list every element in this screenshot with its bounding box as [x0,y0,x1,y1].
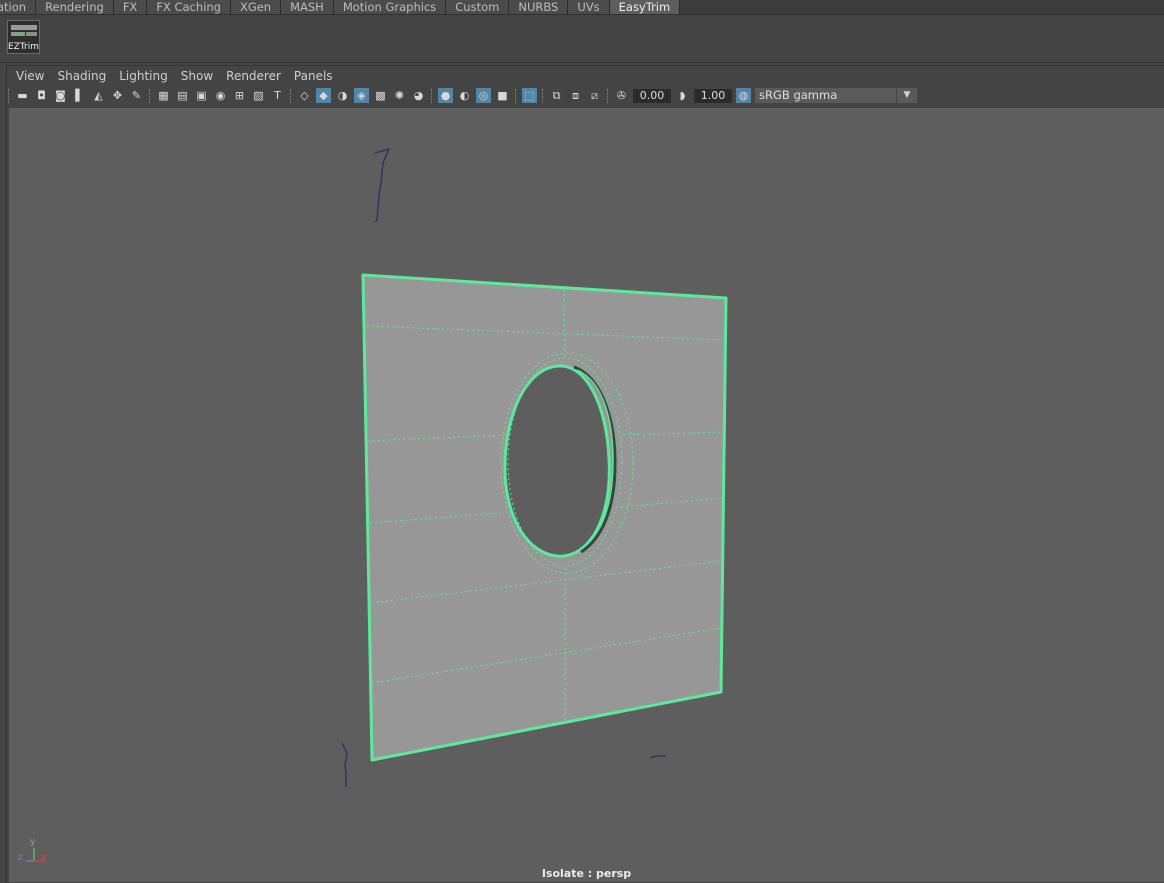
curve-bottom-left[interactable] [341,742,348,787]
menu-panels[interactable]: Panels [289,69,341,83]
3d-viewport[interactable]: y x z Isolate : persp [9,108,1164,882]
shelf-tab-uvs[interactable]: UVs [568,0,610,14]
bookmark-camera-icon[interactable]: ◙ [53,88,68,103]
shelf-tab-xgen[interactable]: XGen [230,0,282,14]
panel-toolbar: ▬ ◘ ◙ ▌ ◭ ✥ ✎ ▦ ▤ ▣ ◉ ⊞ ▨ T ◇ ◆ ◑ ◈ ▩ ✺ … [7,86,1164,105]
curve-bottom-right[interactable] [649,755,666,759]
axis-label-x: x [41,853,47,863]
viewport-scene [26,147,728,862]
image-plane-icon[interactable]: ◭ [91,88,106,103]
smooth-shade-icon[interactable]: ◆ [316,88,331,103]
axis-label-z: z [18,853,23,863]
wireframe-icon[interactable]: ◇ [297,88,312,103]
bookmark-icon[interactable]: ▌ [72,88,87,103]
menu-renderer[interactable]: Renderer [221,69,289,83]
menu-lighting[interactable]: Lighting [114,69,176,83]
xray-joints-icon[interactable]: ⧄ [587,88,602,103]
resolution-gate-icon[interactable]: ▣ [194,88,209,103]
gamma-field[interactable]: 1.00 [694,88,732,103]
shelf-tab-bar: ationRenderingFXFX CachingXGenMASHMotion… [0,0,1164,15]
toolbar-separator [8,88,11,103]
curve-top[interactable] [374,147,391,223]
shelf-tab-nurbs[interactable]: NURBS [509,0,569,14]
lights-icon[interactable]: ✺ [392,88,407,103]
screen-space-ao-icon[interactable]: ● [438,88,453,103]
xray-icon[interactable]: ⧉ [549,88,564,103]
camera-attributes-icon[interactable]: ◘ [34,88,49,103]
motion-blur-icon[interactable]: ◐ [457,88,472,103]
shelf-tab-rendering[interactable]: Rendering [36,0,114,14]
safe-title-icon[interactable]: T [270,88,285,103]
panel-menu-bar: View Shading Lighting Show Renderer Panels [7,66,1164,86]
gate-mask-icon[interactable]: ◉ [213,88,228,103]
default-material-icon[interactable]: ◑ [335,88,350,103]
color-space-value: sRGB gamma [759,88,838,102]
film-gate-icon[interactable]: ▤ [175,88,190,103]
shelf-area: EZTrim [0,15,1164,63]
eztrim-shelf-button[interactable]: EZTrim [7,20,40,54]
exposure-field[interactable]: 0.00 [633,88,671,103]
isolate-select-icon[interactable]: ⬚ [522,88,537,103]
shelf-tab-custom[interactable]: Custom [446,0,510,14]
eztrim-icon [11,25,37,30]
menu-show[interactable]: Show [176,69,221,83]
depth-of-field-icon[interactable]: ■ [495,88,510,103]
exposure-icon[interactable]: ✇ [614,88,629,103]
grease-pencil-icon[interactable]: ✎ [129,88,144,103]
shadows-icon[interactable]: ◕ [411,88,426,103]
shelf-tab-easytrim[interactable]: EasyTrim [609,0,681,14]
color-space-select[interactable]: sRGB gamma ▼ [755,88,917,103]
menu-shading[interactable]: Shading [52,69,114,83]
grid-icon[interactable]: ▦ [156,88,171,103]
shelf-tab-motion-graphics[interactable]: Motion Graphics [333,0,447,14]
shelf-tab-ation[interactable]: ation [0,0,37,14]
select-camera-icon[interactable]: ▬ [15,88,30,103]
safe-action-icon[interactable]: ▨ [251,88,266,103]
textured-icon[interactable]: ▩ [373,88,388,103]
xray-active-components-icon[interactable]: ⧈ [568,88,583,103]
trimmed-plane[interactable] [361,273,728,762]
isolate-hud-label: Isolate : persp [541,867,632,880]
shelf-tab-fx-caching[interactable]: FX Caching [147,0,231,14]
multisample-aa-icon[interactable]: ◎ [476,88,491,103]
field-chart-icon[interactable]: ⊞ [232,88,247,103]
wireframe-on-shaded-icon[interactable]: ◈ [354,88,369,103]
2d-pan-zoom-icon[interactable]: ✥ [110,88,125,103]
gamma-icon[interactable]: ◗ [675,88,690,103]
eztrim-label: EZTrim [8,42,39,52]
shelf-tab-fx[interactable]: FX [113,0,148,14]
chevron-down-icon[interactable]: ▼ [896,88,917,103]
shelf-tab-mash[interactable]: MASH [281,0,334,14]
color-management-icon[interactable]: ◍ [736,88,751,103]
menu-view[interactable]: View [11,69,52,83]
axis-label-y: y [30,837,36,847]
